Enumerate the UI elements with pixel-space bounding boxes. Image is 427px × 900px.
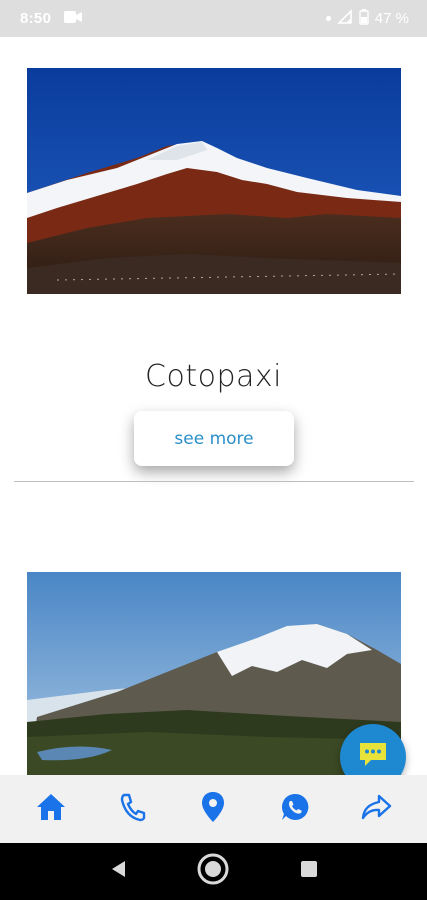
video-camera-icon [63, 10, 83, 28]
see-more-button[interactable]: see more [134, 411, 294, 466]
location-pin-icon [201, 791, 225, 828]
status-time: 8:50 [20, 10, 52, 27]
card-divider [14, 481, 414, 482]
place-title: Cotopaxi [145, 359, 282, 394]
home-circle-icon [196, 852, 230, 891]
nav-whatsapp-button[interactable] [271, 785, 319, 833]
cotopaxi-image[interactable] [27, 68, 401, 294]
system-nav-bar [0, 843, 427, 900]
share-icon [360, 793, 392, 826]
phone-icon [118, 792, 146, 827]
battery-icon [359, 8, 369, 29]
status-bar-right: 47 % [325, 8, 409, 29]
nav-phone-button[interactable] [108, 785, 156, 833]
nav-home-button[interactable] [27, 785, 75, 833]
signal-icon [336, 8, 353, 29]
back-icon [109, 859, 127, 884]
place-list[interactable]: Cotopaxi see more [0, 37, 427, 775]
system-back-button[interactable] [98, 852, 138, 892]
whatsapp-icon [280, 792, 310, 827]
status-bar-left: 8:50 [20, 10, 83, 28]
recents-icon [300, 860, 318, 883]
system-recents-button[interactable] [289, 852, 329, 892]
battery-percent: 47 % [374, 10, 409, 27]
nav-location-button[interactable] [189, 785, 237, 833]
bottom-nav [0, 775, 427, 843]
status-bar: 8:50 47 % [0, 0, 427, 37]
home-icon [35, 792, 67, 827]
chat-icon [358, 741, 388, 774]
app-screen: 8:50 47 % Cotopaxi see more [0, 0, 427, 900]
system-home-button[interactable] [193, 852, 233, 892]
notification-dot-icon [325, 16, 331, 21]
nav-share-button[interactable] [352, 785, 400, 833]
